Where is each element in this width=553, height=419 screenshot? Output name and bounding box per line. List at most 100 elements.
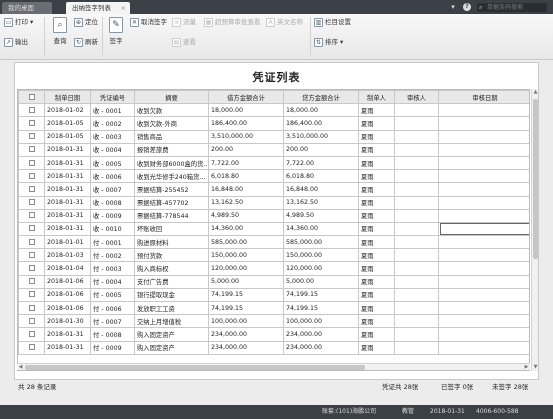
cell-maker[interactable]: 夏雨 [358,314,395,329]
scroll-left-icon[interactable]: ◀ [17,364,24,371]
cell-no[interactable]: 收 - 0008 [90,195,135,210]
cell-summary[interactable]: 购进原材料 [134,235,209,250]
cell-auditor[interactable] [394,142,439,157]
cell-summary[interactable]: 收到财务部6000盒的货... [134,155,209,171]
cell-debit[interactable]: 7,722.00 [208,155,284,171]
cell-maker[interactable]: 夏雨 [358,274,395,289]
refresh-button[interactable]: ↻ 刷新 [74,38,98,47]
cell-maker[interactable]: 夏雨 [358,327,395,342]
cell-audit-date[interactable] [438,221,529,237]
cell-auditor[interactable] [394,340,439,355]
cell-summary[interactable]: 收到光华修手240箱货... [134,169,209,184]
cell-audit-date[interactable] [438,300,529,316]
cell-credit[interactable]: 16,848.00 [283,182,359,197]
column-header[interactable]: 凭证编号 [90,90,135,105]
row-checkbox[interactable] [18,195,45,210]
row-checkbox[interactable] [18,287,45,303]
cell-audit-date[interactable] [438,235,529,250]
cell-date[interactable]: 2018-01-31 [44,195,91,210]
row-checkbox[interactable] [18,327,45,342]
cell-debit[interactable]: 120,000.00 [208,261,284,276]
over-budget-button[interactable]: ▦ 超预算审批查看 [204,18,261,27]
table-row[interactable]: 2018-01-31 收 - 0007 票据结算-255452 16,848.00 16… [18,182,529,197]
cell-date[interactable]: 2018-01-06 [44,274,91,289]
cell-debit[interactable]: 3,510,000.00 [208,129,284,144]
cell-audit-date[interactable] [438,129,529,144]
table-row[interactable]: 2018-01-30 付 - 0007 交纳上月增值税 100,000.00 100,0… [18,314,529,329]
cell-summary[interactable]: 销售商品 [134,129,209,144]
dropdown-icon[interactable]: ▾ [449,3,457,11]
cell-debit[interactable]: 4,989.50 [208,208,284,223]
cell-date[interactable]: 2018-01-04 [44,261,91,276]
cell-date[interactable]: 2018-01-31 [44,142,91,157]
cell-no[interactable]: 收 - 0010 [90,221,135,237]
cell-maker[interactable]: 夏雨 [358,182,395,197]
cell-audit-date[interactable] [438,182,529,197]
cell-auditor[interactable] [394,155,439,171]
query-button[interactable]: ⌕ 查询 [50,17,70,45]
cell-date[interactable]: 2018-01-31 [44,208,91,223]
cell-debit[interactable]: 5,000.00 [208,274,284,289]
table-row[interactable]: 2018-01-31 收 - 0006 收到光华修手240箱货... 6,018.80… [18,169,529,184]
cell-auditor[interactable] [394,261,439,276]
cell-date[interactable]: 2018-01-03 [44,248,91,263]
cell-no[interactable]: 收 - 0003 [90,129,135,144]
cell-credit[interactable]: 5,000.00 [283,274,359,289]
cell-audit-date[interactable] [438,155,529,171]
cell-debit[interactable]: 100,000.00 [208,314,284,329]
cell-summary[interactable]: 票据结算-778544 [134,208,209,223]
cell-audit-date[interactable] [438,103,529,118]
cell-credit[interactable]: 585,000.00 [283,235,359,250]
table-row[interactable]: 2018-01-31 收 - 0008 票据结算-457702 13,162.50 13… [18,195,529,210]
cell-debit[interactable]: 234,000.00 [208,340,284,355]
scroll-up-icon[interactable]: ▲ [532,89,539,96]
row-checkbox[interactable] [18,300,45,316]
cell-no[interactable]: 付 - 0004 [90,274,135,289]
cell-auditor[interactable] [394,287,439,303]
scrollbar-thumb[interactable] [25,365,365,370]
cell-credit[interactable]: 234,000.00 [283,327,359,342]
row-checkbox[interactable] [18,261,45,276]
cell-credit[interactable]: 14,360.00 [283,221,359,237]
cell-no[interactable]: 收 - 0001 [90,103,135,118]
row-checkbox[interactable] [18,129,45,144]
cell-maker[interactable]: 夏雨 [358,340,395,355]
cell-credit[interactable]: 18,000.00 [283,103,359,118]
cell-date[interactable]: 2018-01-31 [44,182,91,197]
scrollbar-thumb[interactable] [533,99,538,259]
cell-credit[interactable]: 150,000.00 [283,248,359,263]
row-checkbox[interactable] [18,169,45,184]
row-checkbox[interactable] [18,235,45,250]
help-icon[interactable]: ? [463,3,471,11]
scroll-down-icon[interactable]: ▼ [532,364,539,371]
cell-audit-date[interactable] [438,261,529,276]
cell-debit[interactable]: 234,000.00 [208,327,284,342]
row-checkbox[interactable] [18,274,45,289]
locate-button[interactable]: ⊕ 定位 [74,18,98,27]
row-checkbox[interactable] [18,103,45,118]
print-button[interactable]: ▭ 打印 ▾ [4,18,33,27]
cell-maker[interactable]: 夏雨 [358,116,395,131]
cell-debit[interactable]: 18,000.00 [208,103,284,118]
cell-audit-date[interactable] [438,169,529,184]
cell-date[interactable]: 2018-01-31 [44,340,91,355]
select-all-checkbox[interactable] [18,90,45,105]
cell-date[interactable]: 2018-01-31 [44,155,91,171]
table-row[interactable]: 2018-01-31 付 - 0008 购入固定资产 234,000.00 234,00… [18,327,529,342]
cell-credit[interactable]: 120,000.00 [283,261,359,276]
tab-my-desktop[interactable]: 我的桌面 [2,2,52,14]
cell-auditor[interactable] [394,103,439,118]
cell-summary[interactable]: 购入固定资产 [134,327,209,342]
table-row[interactable]: 2018-01-31 收 - 0009 票据结算-778544 4,989.50 4,9… [18,208,529,223]
cell-audit-date[interactable] [438,116,529,131]
cell-date[interactable]: 2018-01-31 [44,221,91,237]
cell-summary[interactable]: 预付货款 [134,248,209,263]
cell-maker[interactable]: 夏雨 [358,155,395,171]
cell-audit-date[interactable] [438,340,529,355]
cell-summary[interactable]: 票据结算-457702 [134,195,209,210]
column-settings-button[interactable]: ▥ 栏目设置 [314,18,351,27]
cell-audit-date[interactable] [438,287,529,303]
table-row[interactable]: 2018-01-05 收 - 0002 收到欠款-外商 186,400.00 186,4… [18,116,529,131]
column-header[interactable]: 贷方金额合计 [283,90,359,105]
cell-debit[interactable]: 14,360.00 [208,221,284,237]
